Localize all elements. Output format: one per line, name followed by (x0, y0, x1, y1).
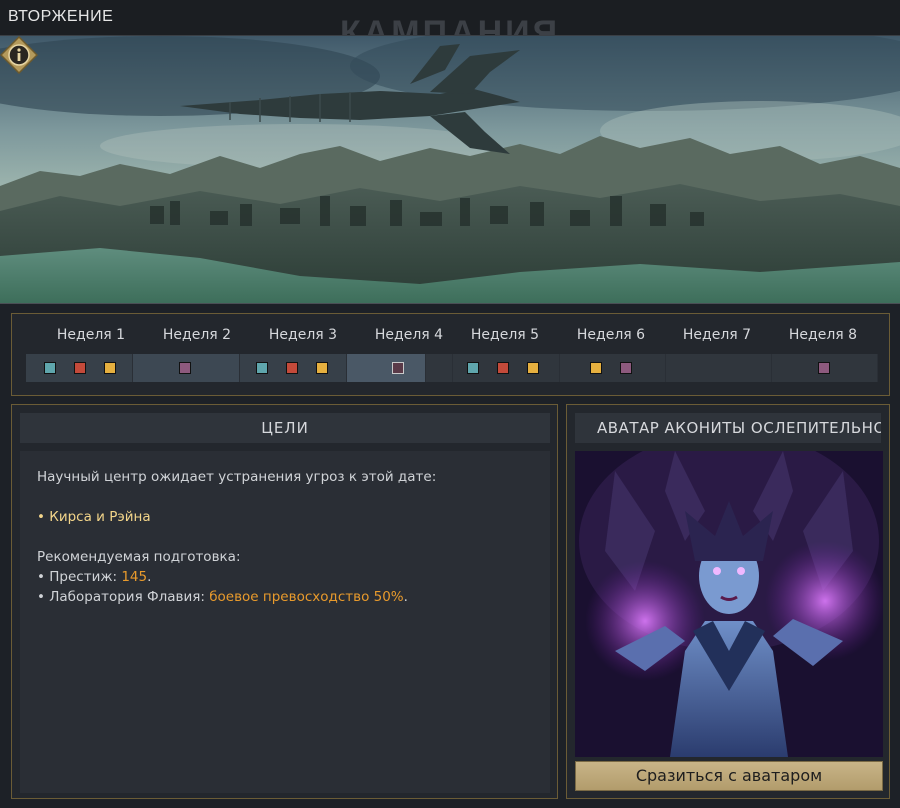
threat-marker (256, 362, 268, 374)
threat-marker (104, 362, 116, 374)
avatar-portrait (575, 451, 883, 757)
week-label: Неделя 5 (470, 327, 540, 343)
week-segment-4[interactable] (347, 354, 426, 382)
goals-panel: ЦЕЛИ Научный центр ожидает устранения уг… (11, 404, 558, 799)
week-segment-6[interactable] (560, 354, 666, 382)
goals-header: ЦЕЛИ (20, 413, 550, 443)
threat-marker (286, 362, 298, 374)
background-title: КАМПАНИЯ (340, 14, 561, 36)
info-icon[interactable] (0, 36, 38, 74)
week-label: Неделя 2 (162, 327, 232, 343)
week-segment-3[interactable] (240, 354, 347, 382)
week-timeline: Неделя 1 Неделя 2 Неделя 3 Неделя 4 Неде… (11, 313, 890, 396)
threat-name: • Кирса и Рэйна (37, 509, 151, 525)
goals-body: Научный центр ожидает устранения угроз к… (20, 451, 550, 793)
week-segment-7[interactable] (666, 354, 772, 382)
week-label: Неделя 3 (268, 327, 338, 343)
top-bar: ВТОРЖЕНИЕ КАМПАНИЯ (0, 0, 900, 36)
lab-period: . (403, 589, 408, 605)
week-segment-2[interactable] (133, 354, 240, 382)
prestige-label: • Престиж: (37, 569, 122, 585)
week-segment-1[interactable] (26, 354, 133, 382)
lab-label: • Лаборатория Флавия: (37, 589, 210, 605)
avatar-header: АВАТАР АКОНИТЫ ОСЛЕПИТЕЛЬНОЙ (575, 413, 881, 443)
prestige-value: 145 (121, 569, 148, 585)
week-segment-spacer (426, 354, 453, 382)
prestige-line: • Престиж: 145. (37, 567, 533, 587)
campaign-banner (0, 36, 900, 304)
threat-marker (44, 362, 56, 374)
week-segment-8[interactable] (772, 354, 878, 382)
week-label: Неделя 7 (682, 327, 752, 343)
week-segment-5[interactable] (453, 354, 560, 382)
lab-line: • Лаборатория Флавия: боевое превосходст… (37, 587, 533, 607)
threat-marker (620, 362, 632, 374)
week-label: Неделя 1 (56, 327, 126, 343)
prestige-period: . (147, 569, 152, 585)
threat-marker (179, 362, 191, 374)
page-title: ВТОРЖЕНИЕ (8, 8, 114, 25)
threat-marker (316, 362, 328, 374)
week-label: Неделя 6 (576, 327, 646, 343)
threat-marker (392, 362, 404, 374)
week-progress-bar (26, 354, 878, 382)
avatar-illustration (575, 451, 883, 757)
lab-value: боевое превосходство 50% (209, 589, 404, 605)
city-landscape-illustration (0, 36, 900, 303)
fight-avatar-button[interactable]: Сразиться с аватаром (575, 761, 883, 791)
preparation-title: Рекомендуемая подготовка: (37, 549, 241, 565)
threat-marker (74, 362, 86, 374)
goals-intro: Научный центр ожидает устранения угроз к… (37, 469, 437, 485)
threat-marker (818, 362, 830, 374)
week-label: Неделя 8 (788, 327, 858, 343)
threat-marker (467, 362, 479, 374)
threat-marker (590, 362, 602, 374)
threat-marker (497, 362, 509, 374)
threat-marker (527, 362, 539, 374)
week-label: Неделя 4 (374, 327, 444, 343)
avatar-panel: АВАТАР АКОНИТЫ ОСЛЕПИТЕЛЬНОЙ Сразиться с… (566, 404, 890, 799)
